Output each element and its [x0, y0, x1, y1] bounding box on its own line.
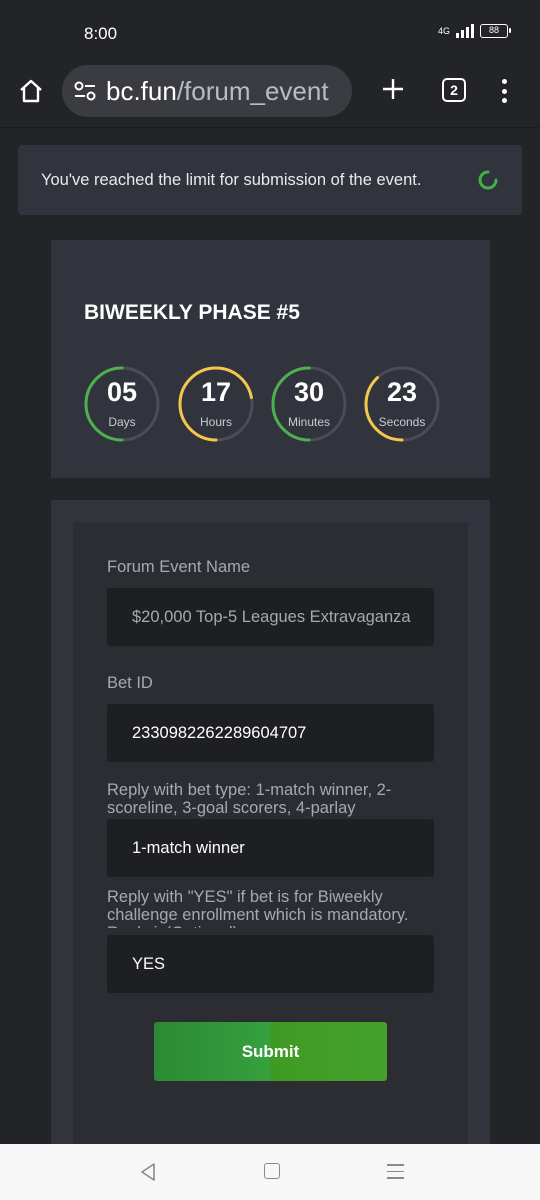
spinner-icon [478, 170, 498, 190]
home-nav-icon[interactable] [264, 1163, 280, 1179]
network-type-icon: 4G [437, 25, 450, 36]
status-time: 8:00 [84, 24, 118, 43]
home-button[interactable] [14, 74, 48, 108]
bet-id-label: Bet ID [107, 674, 153, 692]
countdown-unit: Minutes [287, 415, 331, 429]
countdown-days: 05 Days [83, 365, 161, 443]
countdown-value: 23 [386, 377, 418, 407]
tab-switcher-button[interactable]: 2 [442, 78, 466, 102]
status-bar: 8:00 4G 88 [0, 0, 540, 62]
event-name-label: Forum Event Name [107, 558, 251, 576]
countdown-value: 17 [200, 377, 232, 407]
plus-icon [383, 79, 403, 99]
url-domain: bc.fun [106, 75, 177, 106]
alert-message: You've reached the limit for submission … [41, 170, 422, 189]
biweekly-enrollment-label: Reply with "YES" if bet is for Biweekly … [107, 888, 409, 928]
status-icons: 4G 88 [437, 24, 511, 38]
more-menu-button[interactable] [494, 76, 514, 106]
system-nav-bar [0, 1144, 540, 1200]
signal-icon [456, 24, 474, 38]
countdown-minutes: 30 Minutes [270, 365, 348, 443]
site-settings-icon[interactable] [72, 78, 98, 104]
bet-id-field[interactable] [107, 704, 434, 762]
back-icon[interactable] [139, 1162, 157, 1182]
countdown-unit: Seconds [378, 415, 426, 429]
phase-countdown-card: BIWEEKLY PHASE #5 05 Days 17 Hours 30 Minutes… [51, 240, 490, 478]
countdown-hours: 17 Hours [177, 365, 255, 443]
countdown-unit: Hours [199, 415, 232, 429]
url-path: /forum_event [176, 75, 329, 106]
browser-toolbar: bc.fun/forum_event 2 [0, 62, 540, 128]
home-icon [20, 79, 42, 103]
url-text[interactable]: bc.fun/forum_event [106, 76, 329, 107]
submit-button[interactable]: Submit [154, 1022, 387, 1081]
recents-icon[interactable] [387, 1164, 404, 1179]
countdown-value: 05 [106, 377, 138, 407]
bet-type-field[interactable] [107, 819, 434, 877]
countdown-unit: Days [108, 415, 136, 429]
new-tab-button[interactable] [378, 74, 408, 104]
submission-limit-alert: You've reached the limit for submission … [18, 145, 522, 215]
countdown-seconds: 23 Seconds [363, 365, 441, 443]
address-bar[interactable]: bc.fun/forum_event [62, 65, 352, 117]
battery-icon: 88 [480, 24, 511, 38]
event-name-field[interactable] [107, 588, 434, 646]
bet-type-label: Reply with bet type: 1-match winner, 2-s… [107, 781, 392, 817]
biweekly-enrollment-field[interactable] [107, 935, 434, 993]
phase-title: BIWEEKLY PHASE #5 [84, 301, 300, 324]
countdown-value: 30 [293, 377, 325, 407]
